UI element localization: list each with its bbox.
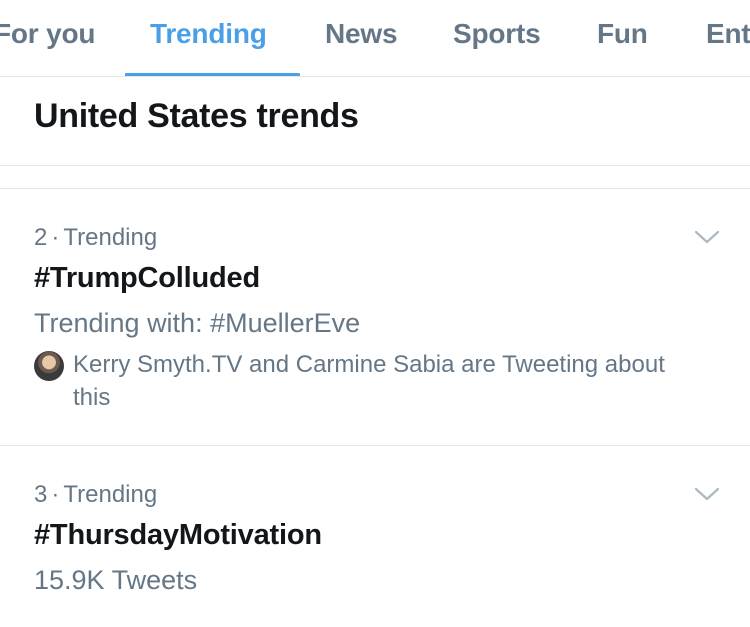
trend-item[interactable]: 2 · Trending #TrumpColluded Trending with:…	[0, 189, 750, 446]
separator: ·	[51, 224, 60, 251]
trend-name[interactable]: #ThursdayMotivation	[34, 519, 322, 552]
section-header: United States trends	[0, 77, 750, 166]
tab-trending[interactable]: Trending	[150, 0, 267, 76]
trend-context: 15.9K Tweets	[34, 565, 198, 595]
avatar	[34, 351, 64, 381]
tab-news[interactable]: News	[325, 0, 398, 76]
section-title: United States trends	[34, 97, 359, 135]
trend-context: Trending with: #MuellerEve	[34, 308, 361, 338]
trend-item[interactable]: 3 · Trending #ThursdayMotivation 15.9K Twe…	[0, 446, 750, 627]
tab-sports[interactable]: Sports	[453, 0, 541, 76]
tab-for-you[interactable]: For you	[0, 0, 95, 76]
trend-rank: 3	[34, 481, 48, 508]
trend-category: Trending	[63, 224, 158, 251]
separator: ·	[51, 481, 60, 508]
section-spacer	[0, 166, 750, 189]
tab-bar: For you Trending News Sports Fun Ent	[0, 0, 750, 77]
tab-fun[interactable]: Fun	[597, 0, 648, 76]
chevron-down-icon[interactable]	[694, 486, 720, 502]
trend-meta: 3 · Trending	[34, 481, 157, 509]
chevron-down-icon[interactable]	[694, 229, 720, 245]
tab-entertainment[interactable]: Ent	[706, 0, 750, 76]
trend-rank: 2	[34, 224, 48, 251]
trend-meta: 2 · Trending	[34, 224, 157, 252]
trend-category: Trending	[63, 481, 158, 508]
trend-social-context: Kerry Smyth.TV and Carmine Sabia are Twe…	[73, 351, 665, 411]
trend-name[interactable]: #TrumpColluded	[34, 262, 260, 295]
